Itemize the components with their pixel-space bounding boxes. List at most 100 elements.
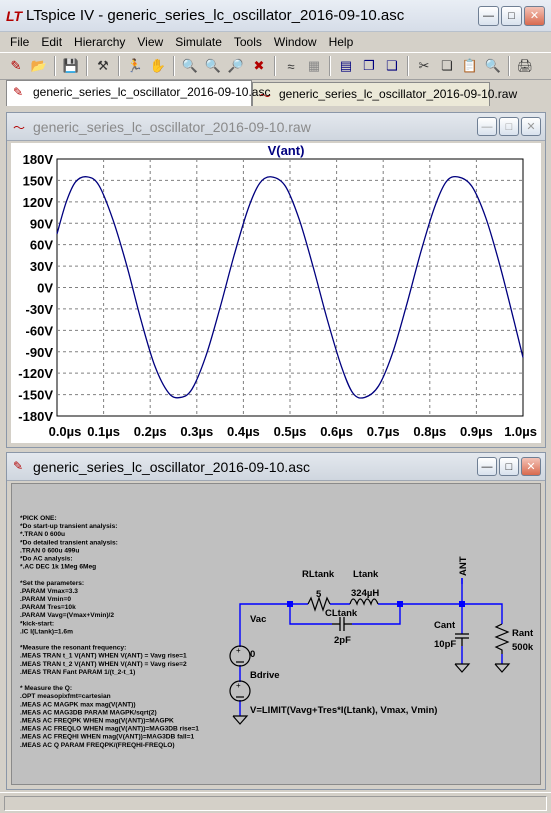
spice-directive-line[interactable]: *PICK ONE: [20,515,57,522]
spice-directive-line[interactable]: *Do AC analysis: [20,556,73,563]
x-tick-label[interactable]: 0.4µs [227,424,260,439]
close-button[interactable]: ✕ [524,6,545,26]
find-icon[interactable]: 🔍 [483,56,503,76]
spice-directive-line[interactable]: *.AC DEC 1k 1Meg 6Meg [20,564,96,571]
spice-directive-line[interactable]: .MEAS AC FREQLO WHEN mag(V(ANT))=MAG3DB … [20,726,199,733]
vac-symbol[interactable]: + [229,645,251,667]
spice-directive-line[interactable]: .MEAS AC FREQHI WHEN mag(V(ANT))=MAG3DB … [20,734,194,741]
y-tick-label[interactable]: -60V [26,323,54,338]
y-tick-label[interactable]: 180V [23,152,54,167]
new-schematic-icon[interactable]: ✎ [6,56,26,76]
copy-icon[interactable]: ❏ [437,56,457,76]
y-tick-label[interactable]: 90V [30,216,53,231]
close-all-icon[interactable]: ❑ [382,56,402,76]
x-tick-label[interactable]: 0.7µs [367,424,400,439]
y-tick-label[interactable]: -30V [26,302,54,317]
spice-directive-line[interactable]: .OPT measopixfmt=cartesian [20,693,111,700]
menu-edit[interactable]: Edit [35,35,68,49]
menu-window[interactable]: Window [268,35,323,49]
vac-value[interactable]: 0 [250,649,255,660]
y-tick-label[interactable]: 150V [23,173,54,188]
spice-directive-line[interactable]: * Measure the Q: [20,685,72,692]
open-icon[interactable]: 📂 [29,56,49,76]
waveform-minimize-button[interactable]: — [477,117,497,136]
ltank-symbol[interactable] [349,598,379,606]
spice-directive-line[interactable]: *Set the parameters: [20,580,84,587]
schematic-canvas[interactable]: *PICK ONE: *Do start-up transient analysi… [11,483,541,785]
paste-icon[interactable]: 📋 [460,56,480,76]
x-tick-label[interactable]: 0.9µs [460,424,493,439]
cltank-value[interactable]: 2pF [334,635,351,646]
x-tick-label[interactable]: 0.1µs [87,424,120,439]
spice-directive-line[interactable]: *Do start-up transient analysis: [20,523,117,530]
cut-icon[interactable]: ✂ [414,56,434,76]
x-tick-label[interactable]: 0.6µs [320,424,353,439]
spice-directive-line[interactable]: .PARAM Vmax=3.3 [20,588,78,595]
x-tick-label[interactable]: 0.3µs [180,424,213,439]
bdrive-symbol[interactable]: + [229,680,251,702]
x-tick-label[interactable]: 0.8µs [413,424,446,439]
spice-directive-line[interactable]: .MEAS TRAN t_1 V(ANT) WHEN V(ANT) = Vavg… [20,653,187,660]
menu-file[interactable]: File [4,35,35,49]
schematic-drawing[interactable]: *PICK ONE:*Do start-up transient analysi… [12,484,540,784]
spice-directive-line[interactable]: .MEAS AC MAG3DB PARAM MAGPK/sqrt(2) [20,709,157,716]
y-tick-label[interactable]: -120V [18,366,53,381]
schematic-maximize-button[interactable]: □ [499,457,519,476]
waveform-plot[interactable]: 180V 150V 120V 90V 60V 30V 0V -30V -60V -90V -120V… [11,143,541,443]
zoom-back-icon[interactable]: 🔍 [203,56,223,76]
y-tick-label[interactable]: -90V [26,345,54,360]
waveform-close-button[interactable]: ✕ [521,117,541,136]
bdrive-name[interactable]: Bdrive [250,670,280,681]
zoom-fit-icon[interactable]: ✖ [249,56,269,76]
spice-directive-line[interactable]: *kick-start: [20,620,54,627]
spice-directive-line[interactable]: .PARAM Vmin=0 [20,596,71,603]
print-icon[interactable]: 🖨 [515,56,535,76]
cant-name[interactable]: Cant [434,620,456,631]
cant-symbol[interactable] [455,633,469,646]
tab-schematic[interactable]: ✎ generic_series_lc_oscillator_2016-09-1… [6,80,270,106]
rant-symbol[interactable] [494,623,510,654]
schematic-minimize-button[interactable]: — [477,457,497,476]
minimize-button[interactable]: — [478,6,499,26]
run-icon[interactable]: 🏃 [125,56,145,76]
bdrive-expression[interactable]: V=LIMIT(Vavg+Tres*I(Ltank), Vmax, Vmin) [250,705,437,716]
grid-icon[interactable]: ▦ [304,56,324,76]
rltank-name[interactable]: RLtank [302,569,335,580]
ltank-name[interactable]: Ltank [353,569,379,580]
trace-label[interactable]: V(ant) [268,143,305,158]
y-tick-label[interactable]: 60V [30,238,53,253]
x-tick-label[interactable]: 0.2µs [134,424,167,439]
pan-icon[interactable]: ✋ [148,56,168,76]
menu-hierarchy[interactable]: Hierarchy [68,35,131,49]
spice-directive-line[interactable]: *.TRAN 0 600u [20,531,65,538]
spice-directive-line[interactable]: .MEAS AC FREQPK WHEN mag(V(ANT))=MAGPK [20,718,174,725]
plot-pane[interactable]: 180V 150V 120V 90V 60V 30V 0V -30V -60V -90V -120V… [11,143,541,443]
zoom-out-icon[interactable]: 🔎 [226,56,246,76]
cant-value[interactable]: 10pF [434,639,456,650]
x-tick-label[interactable]: 0.5µs [274,424,307,439]
vac-name[interactable]: Vac [250,614,266,625]
spice-directive-line[interactable]: .MEAS AC Q PARAM FREQPK/(FREQHI-FREQLO) [20,742,175,749]
y-tick-label[interactable]: 30V [30,259,53,274]
spice-directive-line[interactable]: .TRAN 0 600u 499u [20,547,79,554]
spice-directive-line[interactable]: .MEAS AC MAGPK max mag(V(ANT)) [20,701,136,708]
maximize-button[interactable]: □ [501,6,522,26]
tab-waveform[interactable]: 〜 generic_series_lc_oscillator_2016-09-1… [252,82,517,106]
menu-tools[interactable]: Tools [228,35,268,49]
y-tick-label[interactable]: -150V [18,388,53,403]
x-tick-label[interactable]: 1.0µs [504,424,537,439]
cltank-symbol[interactable] [332,617,352,631]
spice-directive-line[interactable]: .MEAS TRAN t_2 V(ANT) WHEN V(ANT) = Vavg… [20,661,187,668]
menu-help[interactable]: Help [323,35,360,49]
spice-directive-line[interactable]: .PARAM Tres=10k [20,604,76,611]
net-label-ant[interactable]: ANT [458,556,469,576]
rltank-value[interactable]: 5 [316,589,322,600]
waveform-maximize-button[interactable]: □ [499,117,519,136]
rant-value[interactable]: 500k [512,642,534,653]
autorange-icon[interactable]: ≈ [281,56,301,76]
spice-directive-line[interactable]: .MEAS TRAN Fant PARAM 1/(t_2-t_1) [20,669,135,676]
spice-directive-line[interactable]: *Do detailed transient analysis: [20,539,118,546]
menu-view[interactable]: View [131,35,169,49]
ltank-value[interactable]: 324µH [351,588,379,599]
spice-directive-line[interactable]: .PARAM Vavg=(Vmax+Vmin)/2 [20,612,114,619]
